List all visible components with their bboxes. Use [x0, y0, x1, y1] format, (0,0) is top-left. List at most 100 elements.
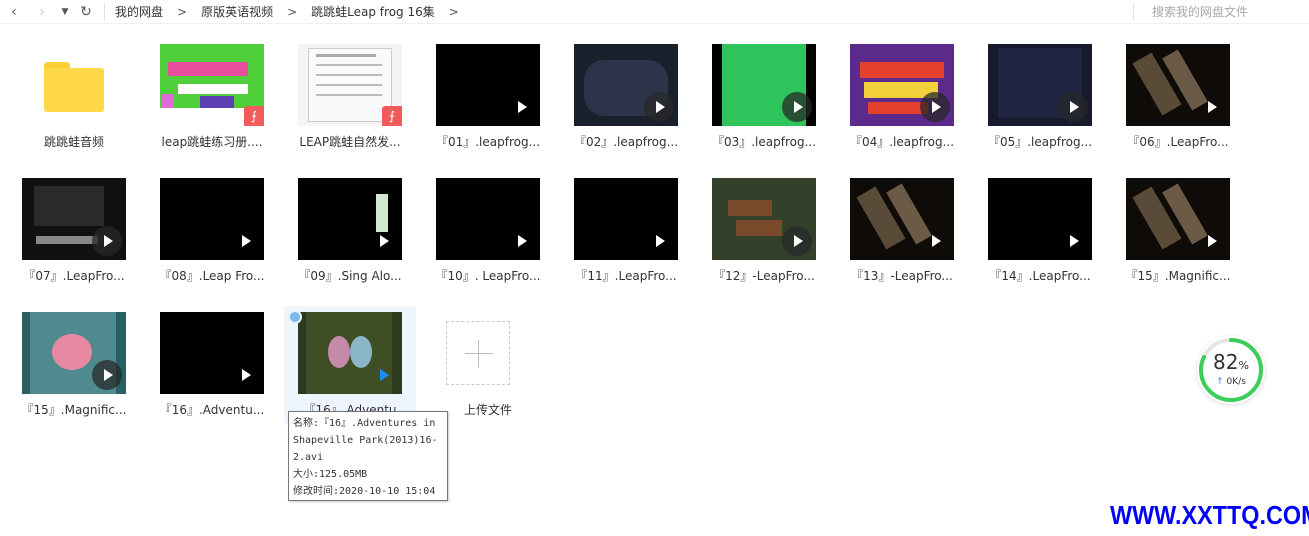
play-icon: [920, 92, 950, 122]
file-name: 『08』.Leap Fro...: [159, 269, 265, 283]
video-thumbnail: [574, 44, 678, 126]
pdf-thumbnail: ⨍: [298, 44, 402, 126]
video-item[interactable]: 『09』.Sing Alo...: [284, 172, 416, 290]
file-name: 『07』.LeapFro...: [23, 269, 125, 283]
file-item[interactable]: ⨍ LEAP跳蛙自然发...: [284, 38, 416, 156]
breadcrumb-item[interactable]: 原版英语视频: [199, 3, 275, 20]
file-name: 『01』.leapfrog...: [435, 135, 541, 149]
video-item[interactable]: 『11』.LeapFro...: [560, 172, 692, 290]
file-name: 『09』.Sing Alo...: [298, 269, 402, 283]
divider: [104, 2, 105, 21]
video-thumbnail: [298, 178, 402, 260]
file-name: 『10』. LeapFro...: [435, 269, 541, 283]
speed-rate-value: 0K/s: [1226, 377, 1246, 387]
file-name: 『14』.LeapFro...: [989, 269, 1091, 283]
chevron-left-icon: ‹: [11, 3, 17, 20]
history-dropdown-button[interactable]: ▼: [56, 0, 74, 24]
watermark: WWW.XXTTQ.COM: [1110, 500, 1309, 530]
refresh-icon: ↻: [80, 3, 92, 20]
search-input[interactable]: [1140, 2, 1305, 22]
chevron-right-icon[interactable]: >: [449, 5, 459, 19]
video-thumbnail: [712, 178, 816, 260]
video-thumbnail: [850, 178, 954, 260]
speed-percent-unit: %: [1238, 359, 1249, 372]
video-thumbnail: [160, 178, 264, 260]
play-icon: [920, 226, 950, 256]
video-thumbnail: [160, 312, 264, 394]
video-item[interactable]: 『15』.Magnific...: [8, 306, 140, 424]
play-icon: [782, 226, 812, 256]
play-icon: [644, 226, 674, 256]
play-icon: [1196, 226, 1226, 256]
play-icon: [368, 360, 398, 390]
video-item[interactable]: 『13』-LeapFro...: [836, 172, 968, 290]
video-item[interactable]: 『06』.LeapFro...: [1112, 38, 1244, 156]
speed-percent-value: 82: [1213, 350, 1239, 374]
file-item[interactable]: ⨍ leap跳蛙练习册....: [146, 38, 278, 156]
file-name: 『02』.leapfrog...: [573, 135, 679, 149]
video-item[interactable]: 『04』.leapfrog...: [836, 38, 968, 156]
forward-button[interactable]: ›: [28, 0, 56, 24]
pdf-icon: ⨍: [244, 106, 264, 126]
selection-check-icon[interactable]: [288, 310, 302, 324]
play-icon: [782, 92, 812, 122]
video-item[interactable]: 『10』. LeapFro...: [422, 172, 554, 290]
video-thumbnail: [574, 178, 678, 260]
back-button[interactable]: ‹: [0, 0, 28, 24]
tooltip-name: 名称:『16』.Adventures in Shapeville Park(20…: [293, 418, 442, 463]
upload-item[interactable]: 上传文件: [422, 306, 554, 424]
video-thumbnail: [1126, 178, 1230, 260]
file-name: 『15』.Magnific...: [21, 403, 127, 417]
play-icon: [1058, 92, 1088, 122]
refresh-button[interactable]: ↻: [74, 0, 98, 24]
video-item-selected[interactable]: 『16』.Adventu: [284, 306, 416, 424]
chevron-right-icon: >: [177, 4, 188, 19]
tooltip-size: 大小:125.05MB: [293, 469, 368, 480]
video-thumbnail: [850, 44, 954, 126]
video-thumbnail: [988, 178, 1092, 260]
file-name: 『04』.leapfrog...: [849, 135, 955, 149]
pdf-icon: ⨍: [382, 106, 402, 126]
video-thumbnail: [712, 44, 816, 126]
file-name: 『15』.Magnific...: [1125, 269, 1231, 283]
divider: [1133, 3, 1134, 21]
video-item[interactable]: 『01』.leapfrog...: [422, 38, 554, 156]
video-item[interactable]: 『02』.leapfrog...: [560, 38, 692, 156]
file-name: 『16』.Adventu...: [159, 403, 265, 417]
breadcrumb-item[interactable]: 我的网盘: [113, 3, 165, 20]
speed-widget[interactable]: 82% ↑ 0K/s: [1197, 336, 1265, 404]
play-icon: [230, 360, 260, 390]
speed-rate: ↑ 0K/s: [1197, 377, 1265, 387]
plus-icon[interactable]: [446, 321, 510, 385]
speed-percent: 82%: [1197, 350, 1265, 374]
caret-down-icon: ▼: [61, 6, 69, 17]
video-thumbnail: [436, 178, 540, 260]
video-thumbnail: [22, 312, 126, 394]
video-item[interactable]: 『03』.leapfrog...: [698, 38, 830, 156]
folder-icon: [44, 62, 104, 112]
file-info-tooltip: 名称:『16』.Adventures in Shapeville Park(20…: [288, 411, 448, 501]
chevron-right-icon: >: [287, 4, 298, 19]
play-icon: [92, 226, 122, 256]
play-icon: [506, 226, 536, 256]
play-icon: [92, 360, 122, 390]
play-icon: [1058, 226, 1088, 256]
video-item[interactable]: 『16』.Adventu...: [146, 306, 278, 424]
breadcrumb: 我的网盘 > 原版英语视频 > 跳跳蛙Leap frog 16集 >: [113, 3, 471, 20]
arrow-up-icon: ↑: [1216, 377, 1224, 387]
video-item[interactable]: 『14』.LeapFro...: [974, 172, 1106, 290]
video-item[interactable]: 『15』.Magnific...: [1112, 172, 1244, 290]
file-name: LEAP跳蛙自然发...: [299, 135, 401, 149]
file-name: 『06』.LeapFro...: [1127, 135, 1229, 149]
folder-thumbnail: [22, 44, 126, 126]
folder-item[interactable]: 跳跳蛙音频: [8, 38, 140, 156]
video-item[interactable]: 『08』.Leap Fro...: [146, 172, 278, 290]
breadcrumb-item[interactable]: 跳跳蛙Leap frog 16集: [309, 3, 437, 20]
video-thumbnail: [1126, 44, 1230, 126]
file-name: 『11』.LeapFro...: [575, 269, 677, 283]
video-item[interactable]: 『07』.LeapFro...: [8, 172, 140, 290]
play-icon: [368, 226, 398, 256]
video-item[interactable]: 『05』.leapfrog...: [974, 38, 1106, 156]
video-item[interactable]: 『12』-LeapFro...: [698, 172, 830, 290]
play-icon: [644, 92, 674, 122]
